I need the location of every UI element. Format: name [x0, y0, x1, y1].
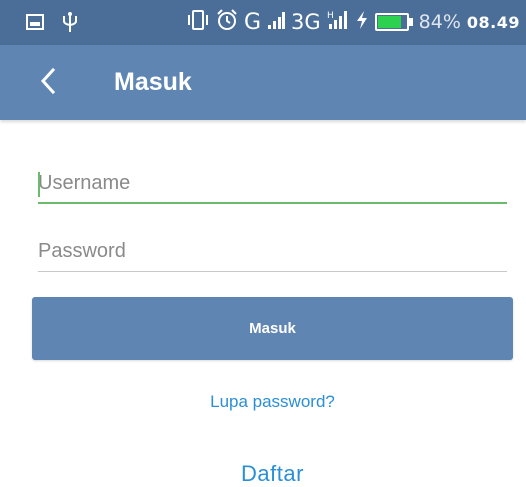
status-bar-left [26, 11, 78, 38]
status-bar-right: G 3G H 84% 08.49 [186, 8, 520, 36]
network-label: 3G [291, 10, 321, 34]
vibrate-icon [186, 9, 210, 35]
back-button[interactable] [28, 63, 68, 103]
app-toolbar: Masuk [0, 45, 526, 120]
signal-icon [267, 10, 286, 35]
battery-percent: 84% [418, 11, 461, 33]
alarm-icon [216, 8, 238, 36]
svg-text:H: H [327, 11, 334, 21]
forgot-password-link[interactable]: Lupa password? [210, 392, 335, 411]
image-icon [26, 13, 44, 36]
status-bar: G 3G H 84% 08.49 [0, 0, 526, 45]
carrier-label: G [243, 9, 262, 35]
charging-icon [355, 10, 369, 35]
chevron-left-icon [40, 67, 56, 99]
page-title: Masuk [114, 68, 192, 96]
login-button[interactable]: Masuk [32, 297, 513, 360]
forgot-password-row: Lupa password? [0, 392, 526, 412]
usb-icon [62, 11, 78, 38]
clock: 08.49 [466, 12, 520, 32]
signal-h-icon: H [327, 9, 349, 36]
battery-icon [374, 13, 413, 31]
username-input[interactable] [38, 164, 507, 204]
register-row: Daftar [0, 461, 526, 487]
password-input[interactable] [38, 232, 507, 272]
register-link[interactable]: Daftar [241, 461, 304, 486]
text-cursor [38, 172, 40, 197]
